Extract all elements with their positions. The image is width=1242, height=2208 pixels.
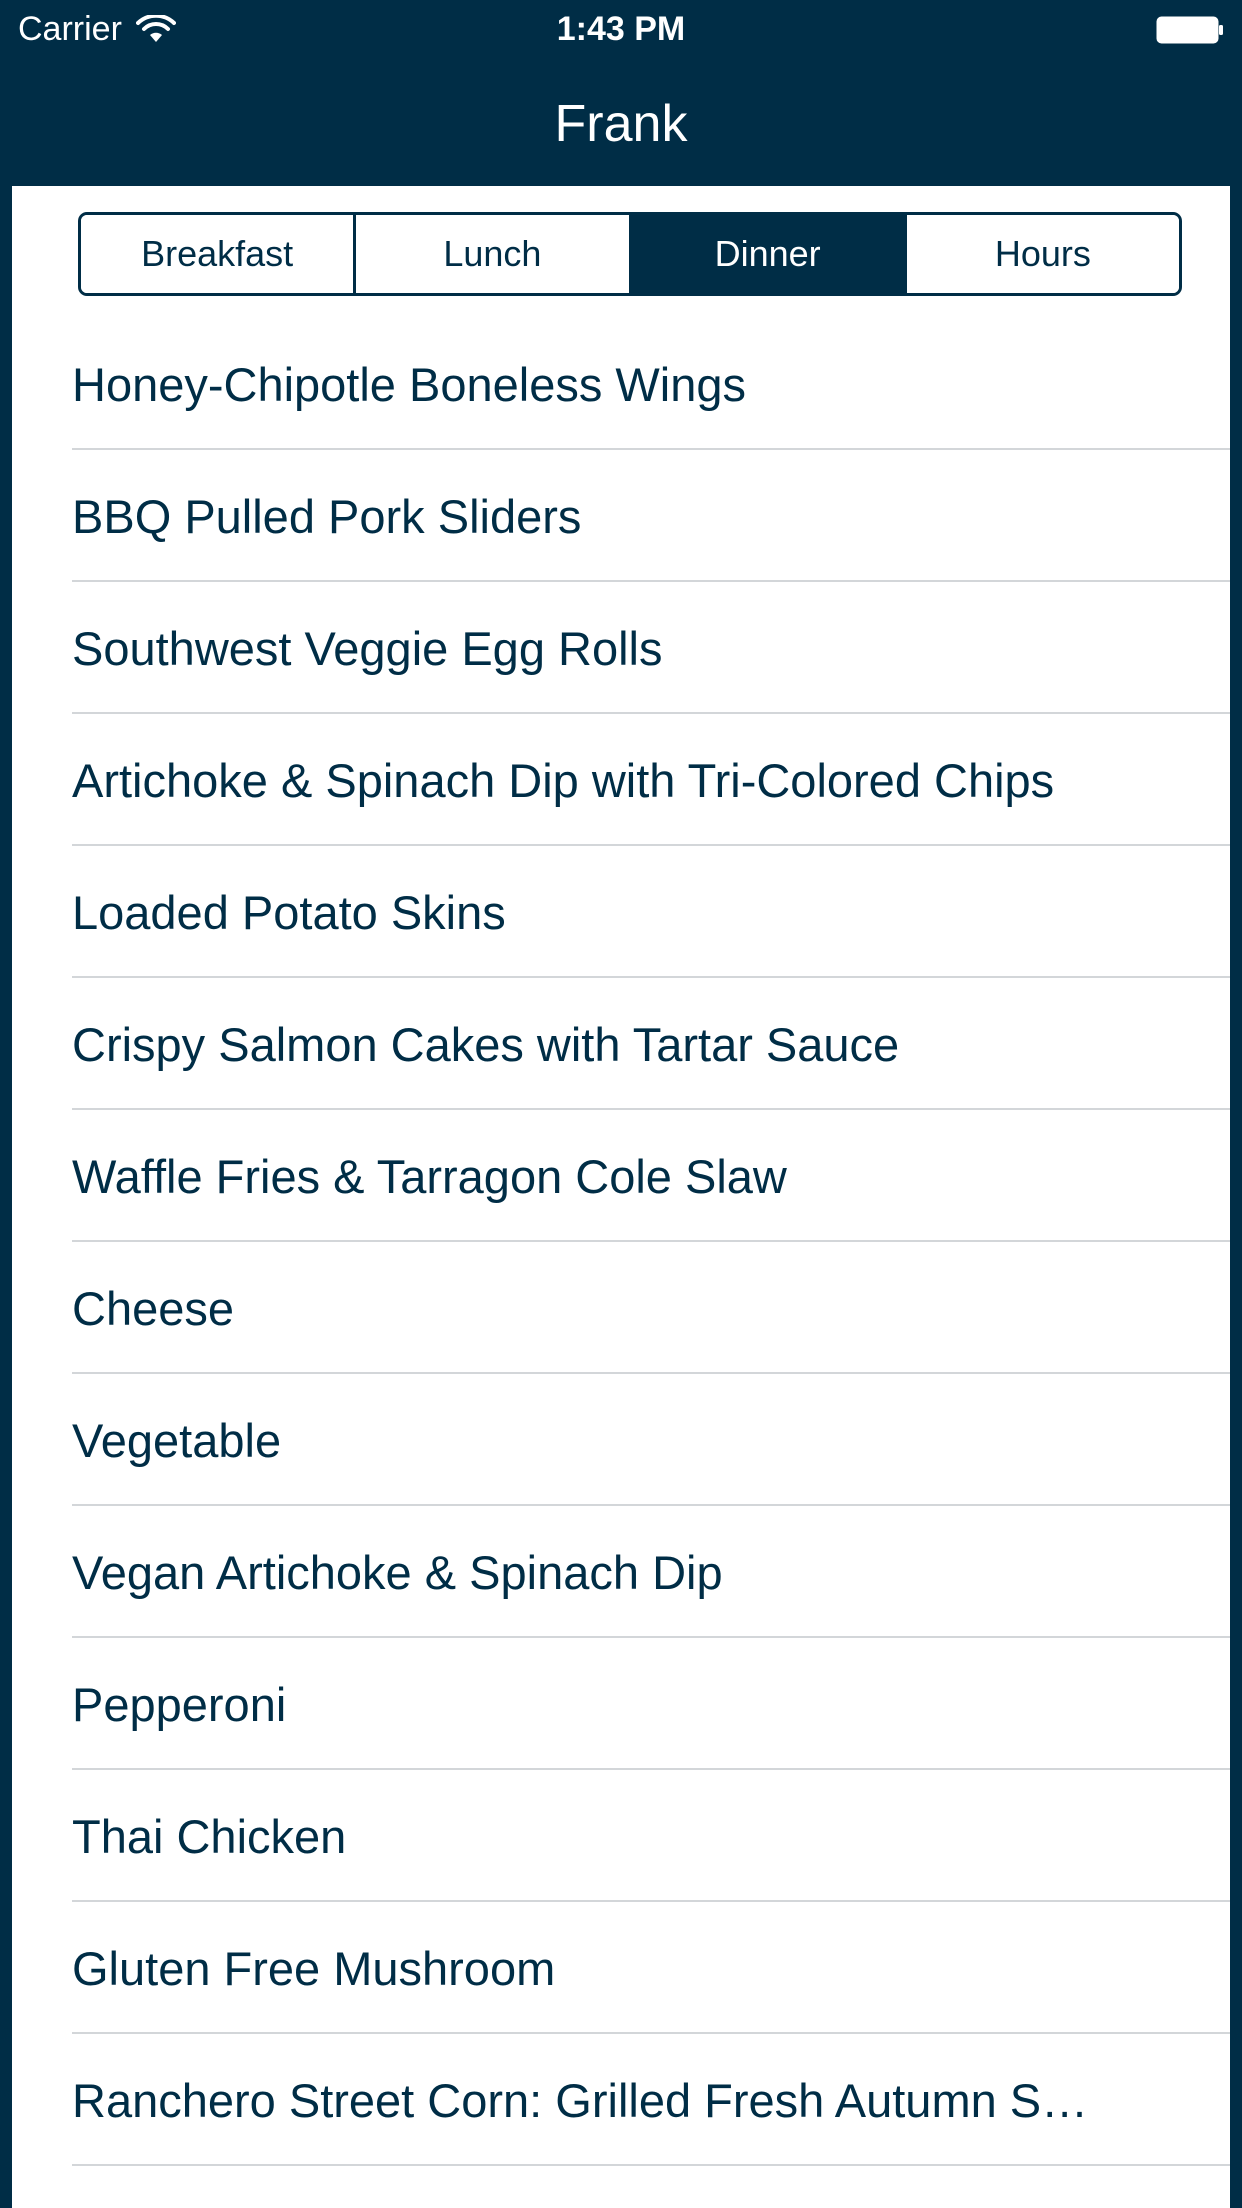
menu-item-label: Honey-Chipotle Boneless Wings xyxy=(72,357,746,411)
menu-item-label: BBQ Pulled Pork Sliders xyxy=(72,489,582,543)
menu-item-label: Gluten Free Mushroom xyxy=(72,1941,556,1995)
list-item[interactable]: Waffle Fries & Tarragon Cole Slaw xyxy=(12,1110,1230,1242)
menu-item-label: Thai Chicken xyxy=(72,1809,347,1863)
segment-breakfast[interactable]: Breakfast xyxy=(81,215,354,293)
meal-segmented-control: Breakfast Lunch Dinner Hours xyxy=(78,212,1182,296)
list-item[interactable]: Ranchero Street Corn: Grilled Fresh Autu… xyxy=(12,2034,1230,2166)
menu-item-label: Pepperoni xyxy=(72,1677,287,1731)
list-item[interactable]: Vegetable xyxy=(12,1374,1230,1506)
list-item[interactable]: BBQ Pulled Pork Sliders xyxy=(12,450,1230,582)
status-time: 1:43 PM xyxy=(556,10,686,48)
list-item[interactable]: Pepperoni xyxy=(12,1638,1230,1770)
list-item[interactable]: Thai Chicken xyxy=(12,1770,1230,1902)
menu-list: Honey-Chipotle Boneless Wings BBQ Pulled … xyxy=(12,318,1230,2166)
menu-item-label: Southwest Veggie Egg Rolls xyxy=(72,621,663,675)
menu-item-label: Vegetable xyxy=(72,1413,282,1467)
menu-item-label: Ranchero Street Corn: Grilled Fresh Autu… xyxy=(72,2073,1089,2127)
segment-dinner[interactable]: Dinner xyxy=(628,215,904,293)
segment-hours[interactable]: Hours xyxy=(903,215,1179,293)
list-item[interactable]: Artichoke & Spinach Dip with Tri-Colored… xyxy=(12,714,1230,846)
menu-item-label: Artichoke & Spinach Dip with Tri-Colored… xyxy=(72,753,1055,807)
segment-lunch[interactable]: Lunch xyxy=(353,215,629,293)
content-area: Breakfast Lunch Dinner Hours Honey-Chipotle… xyxy=(12,186,1230,2208)
list-item[interactable]: Honey-Chipotle Boneless Wings xyxy=(12,318,1230,450)
list-item[interactable]: Loaded Potato Skins xyxy=(12,846,1230,978)
status-bar: Carrier 1:43 PM xyxy=(0,0,1242,62)
list-item[interactable]: Cheese xyxy=(12,1242,1230,1374)
list-item[interactable]: Vegan Artichoke & Spinach Dip xyxy=(12,1506,1230,1638)
page-title: Frank xyxy=(554,95,688,153)
battery-icon xyxy=(1156,16,1223,44)
list-item[interactable]: Gluten Free Mushroom xyxy=(12,1902,1230,2034)
menu-item-label: Crispy Salmon Cakes with Tartar Sauce xyxy=(72,1017,900,1071)
menu-item-label: Vegan Artichoke & Spinach Dip xyxy=(72,1545,723,1599)
menu-item-label: Waffle Fries & Tarragon Cole Slaw xyxy=(72,1149,787,1203)
menu-item-label: Loaded Potato Skins xyxy=(72,885,506,939)
navigation-bar: Frank xyxy=(0,62,1242,186)
list-item[interactable]: Crispy Salmon Cakes with Tartar Sauce xyxy=(12,978,1230,1110)
list-item[interactable]: Southwest Veggie Egg Rolls xyxy=(12,582,1230,714)
menu-item-label: Cheese xyxy=(72,1281,234,1335)
